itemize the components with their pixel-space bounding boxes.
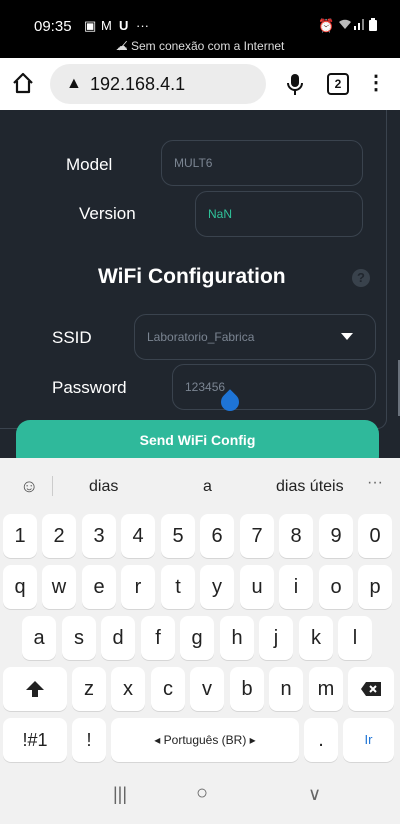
home-icon[interactable] [10,70,36,96]
url-text[interactable]: 192.168.4.1 [90,74,185,95]
key-6[interactable]: 6 [200,514,234,558]
ssid-value: Laboratorio_Fabrica [147,330,255,344]
more-suggestions-icon[interactable]: ··· [367,474,383,492]
offline-cloud-icon: ☁̸ [115,39,131,53]
key-i[interactable]: i [279,565,313,609]
period-key[interactable]: . [304,718,338,762]
home-nav-icon[interactable]: ○ [196,782,208,805]
alarm-icon: ⏰ [318,18,335,33]
key-e[interactable]: e [82,565,116,609]
version-field[interactable]: NaN [195,191,363,237]
url-field[interactable]: ▲ 192.168.4.1 [50,64,266,104]
key-2[interactable]: 2 [42,514,76,558]
status-bar: 09:35 ▣ M U ··· ⏰ ☁̸ Sem conexão com a I… [0,0,400,58]
key-d[interactable]: d [101,616,135,660]
go-key[interactable]: Ir [343,718,394,762]
key-q[interactable]: q [3,565,37,609]
ssid-label: SSID [52,328,92,347]
wifi-icon [338,18,352,33]
model-field[interactable]: MULT6 [161,140,363,186]
key-n[interactable]: n [269,667,303,711]
suggestion-2[interactable]: a [203,478,212,496]
key-m[interactable]: m [309,667,343,711]
model-value: MULT6 [174,156,213,170]
shift-icon [26,681,44,697]
key-y[interactable]: y [200,565,234,609]
web-content: Model MULT6 Version NaN WiFi Configurati… [0,110,400,458]
divider [52,476,53,496]
password-label: Password [52,378,127,397]
key-0[interactable]: 0 [358,514,392,558]
key-8[interactable]: 8 [279,514,313,558]
gmail-icon: M [101,18,112,33]
system-nav-bar: ||| ○ ∨ [0,766,400,824]
keyboard: ☺ dias a dias úteis ··· 1 2 3 4 5 6 7 8 … [0,458,400,766]
suggestion-1[interactable]: dias [89,478,118,496]
version-label: Version [79,204,136,223]
tab-switcher-button[interactable]: 2 [327,73,349,95]
symbols-key[interactable]: !#1 [3,718,67,762]
version-value: NaN [208,207,233,221]
mic-icon[interactable] [284,72,306,96]
key-w[interactable]: w [42,565,76,609]
key-h[interactable]: h [220,616,254,660]
key-k[interactable]: k [299,616,333,660]
dropdown-caret-icon [341,333,353,340]
exclaim-key[interactable]: ! [72,718,106,762]
backspace-icon [361,682,381,696]
key-b[interactable]: b [230,667,264,711]
key-4[interactable]: 4 [121,514,155,558]
browser-address-bar: ▲ 192.168.4.1 2 ⋮ [0,58,400,110]
recents-icon[interactable]: ||| [113,784,127,805]
key-u[interactable]: u [240,565,274,609]
signal-icon [354,18,364,33]
key-a[interactable]: a [22,616,56,660]
key-l[interactable]: l [338,616,372,660]
browser-menu-icon[interactable]: ⋮ [366,70,386,95]
key-g[interactable]: g [180,616,214,660]
key-9[interactable]: 9 [319,514,353,558]
more-dots-icon: ··· [136,18,149,33]
back-icon[interactable]: ∨ [308,784,321,805]
clock: 09:35 [34,18,72,35]
key-r[interactable]: r [121,565,155,609]
offline-text: Sem conexão com a Internet [130,39,285,53]
key-z[interactable]: z [72,667,106,711]
offline-notice: ☁̸ Sem conexão com a Internet [0,39,400,53]
key-p[interactable]: p [358,565,392,609]
wifi-config-title: WiFi Configuration [98,265,286,288]
send-wifi-config-label: Send WiFi Config [139,432,256,448]
key-c[interactable]: c [151,667,185,711]
send-wifi-config-button[interactable]: Send WiFi Config [16,420,379,458]
shift-key[interactable] [3,667,67,711]
key-7[interactable]: 7 [240,514,274,558]
key-f[interactable]: f [141,616,175,660]
key-x[interactable]: x [111,667,145,711]
suggestion-3[interactable]: dias úteis [276,478,344,496]
emoji-icon[interactable]: ☺ [20,476,38,497]
key-s[interactable]: s [62,616,96,660]
password-value: 123456 [185,380,226,394]
key-t[interactable]: t [161,565,195,609]
warning-icon[interactable]: ▲ [66,75,82,93]
key-j[interactable]: j [259,616,293,660]
ssid-select[interactable]: Laboratorio_Fabrica [134,314,376,360]
key-3[interactable]: 3 [82,514,116,558]
help-icon[interactable]: ? [352,269,370,287]
image-icon: ▣ [84,18,97,33]
key-o[interactable]: o [319,565,353,609]
backspace-key[interactable] [348,667,394,711]
battery-icon [369,18,377,34]
space-key[interactable]: ◂ Português (BR) ▸ [111,718,299,762]
key-5[interactable]: 5 [161,514,195,558]
suggestion-bar: ☺ dias a dias úteis ··· [0,458,400,514]
key-1[interactable]: 1 [3,514,37,558]
password-input[interactable]: 123456 [172,364,376,410]
news-icon: U [119,18,129,33]
key-v[interactable]: v [190,667,224,711]
model-label: Model [66,155,113,174]
